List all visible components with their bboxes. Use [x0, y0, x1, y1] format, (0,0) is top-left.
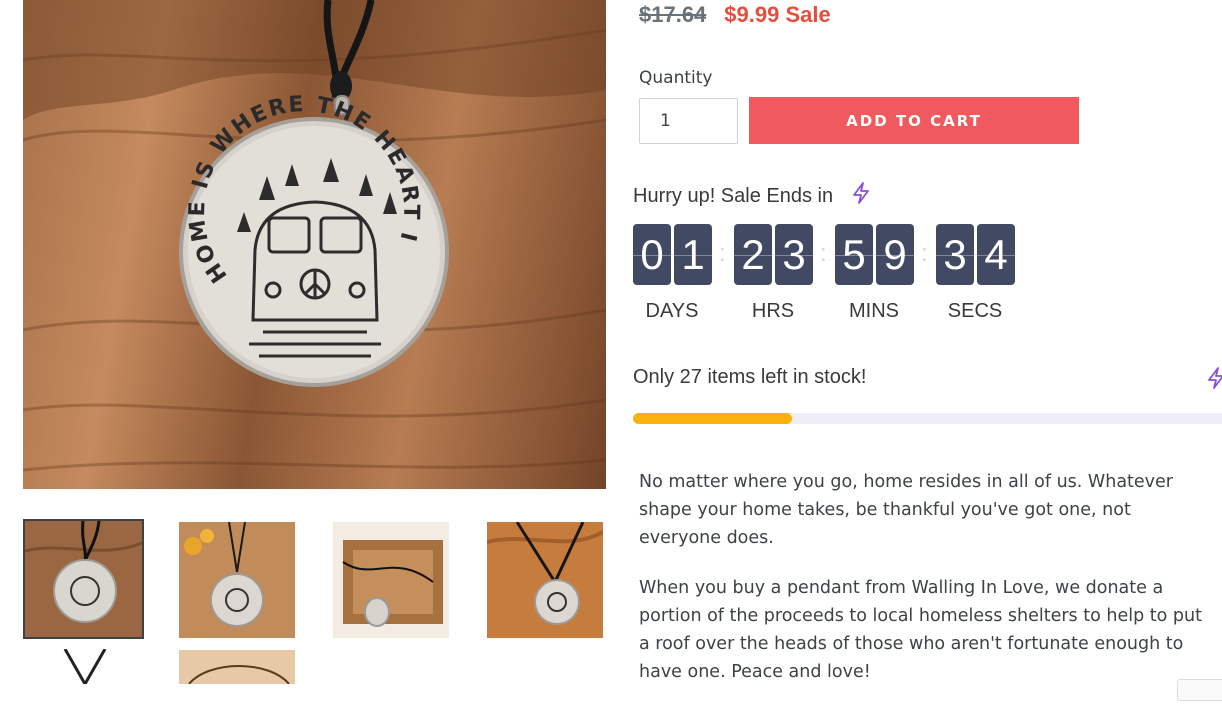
product-main-image[interactable]: HOME IS WHERE THE HEART IS — [23, 0, 606, 489]
hours-digit-1: 2 — [734, 224, 772, 285]
original-price: $17.64 — [639, 2, 707, 27]
price-row: $17.64 $9.99 Sale — [639, 0, 831, 30]
sale-price: $9.99 Sale — [724, 2, 830, 28]
lightning-bolt-icon — [1204, 366, 1222, 394]
product-thumbnail-3[interactable] — [333, 522, 449, 638]
sale-price-value: $9.99 — [724, 2, 780, 27]
quantity-input[interactable] — [639, 98, 738, 144]
add-to-cart-button[interactable]: ADD TO CART — [749, 97, 1079, 144]
secs-digit-2: 4 — [977, 224, 1015, 285]
description-paragraph: When you buy a pendant from Walling In L… — [639, 578, 1202, 682]
mins-digit-1: 5 — [835, 224, 873, 285]
countdown-timer: 0 1 : 2 3 : 5 9 : 3 4 DAYS HRS MINS SECS — [633, 224, 1033, 334]
timer-separator: : — [820, 240, 827, 267]
product-thumbnail-5[interactable] — [23, 649, 139, 684]
hours-digit-2: 3 — [775, 224, 813, 285]
product-thumbnail-4[interactable] — [487, 522, 603, 638]
stock-message: Only 27 items left in stock! — [633, 366, 867, 388]
hours-label: HRS — [751, 300, 795, 322]
stock-progress-bar — [633, 413, 1222, 424]
description-paragraph: No matter where you go, home resides in … — [639, 472, 1173, 548]
timer-separator: : — [921, 240, 928, 267]
lightning-bolt-icon — [849, 181, 873, 211]
days-digit-1: 0 — [633, 224, 671, 285]
product-description: No matter where you go, home resides in … — [639, 468, 1215, 708]
sale-timer-heading-text: Hurry up! Sale Ends in — [633, 184, 834, 207]
timer-separator: : — [719, 240, 726, 267]
product-thumbnail-1[interactable] — [23, 519, 144, 639]
mins-label: MINS — [849, 300, 899, 322]
secs-label: SECS — [947, 300, 1003, 322]
mins-digit-2: 9 — [876, 224, 914, 285]
days-label: DAYS — [645, 300, 699, 322]
product-thumbnail-2[interactable] — [179, 522, 295, 638]
sale-timer-heading: Hurry up! Sale Ends in — [633, 181, 873, 211]
stock-progress-fill — [633, 413, 793, 424]
sale-tag: Sale — [785, 2, 831, 27]
quantity-label: Quantity — [639, 68, 713, 88]
days-digit-2: 1 — [674, 224, 712, 285]
product-thumbnail-6[interactable] — [179, 650, 295, 684]
secs-digit-1: 3 — [936, 224, 974, 285]
recaptcha-badge[interactable] — [1177, 679, 1222, 701]
